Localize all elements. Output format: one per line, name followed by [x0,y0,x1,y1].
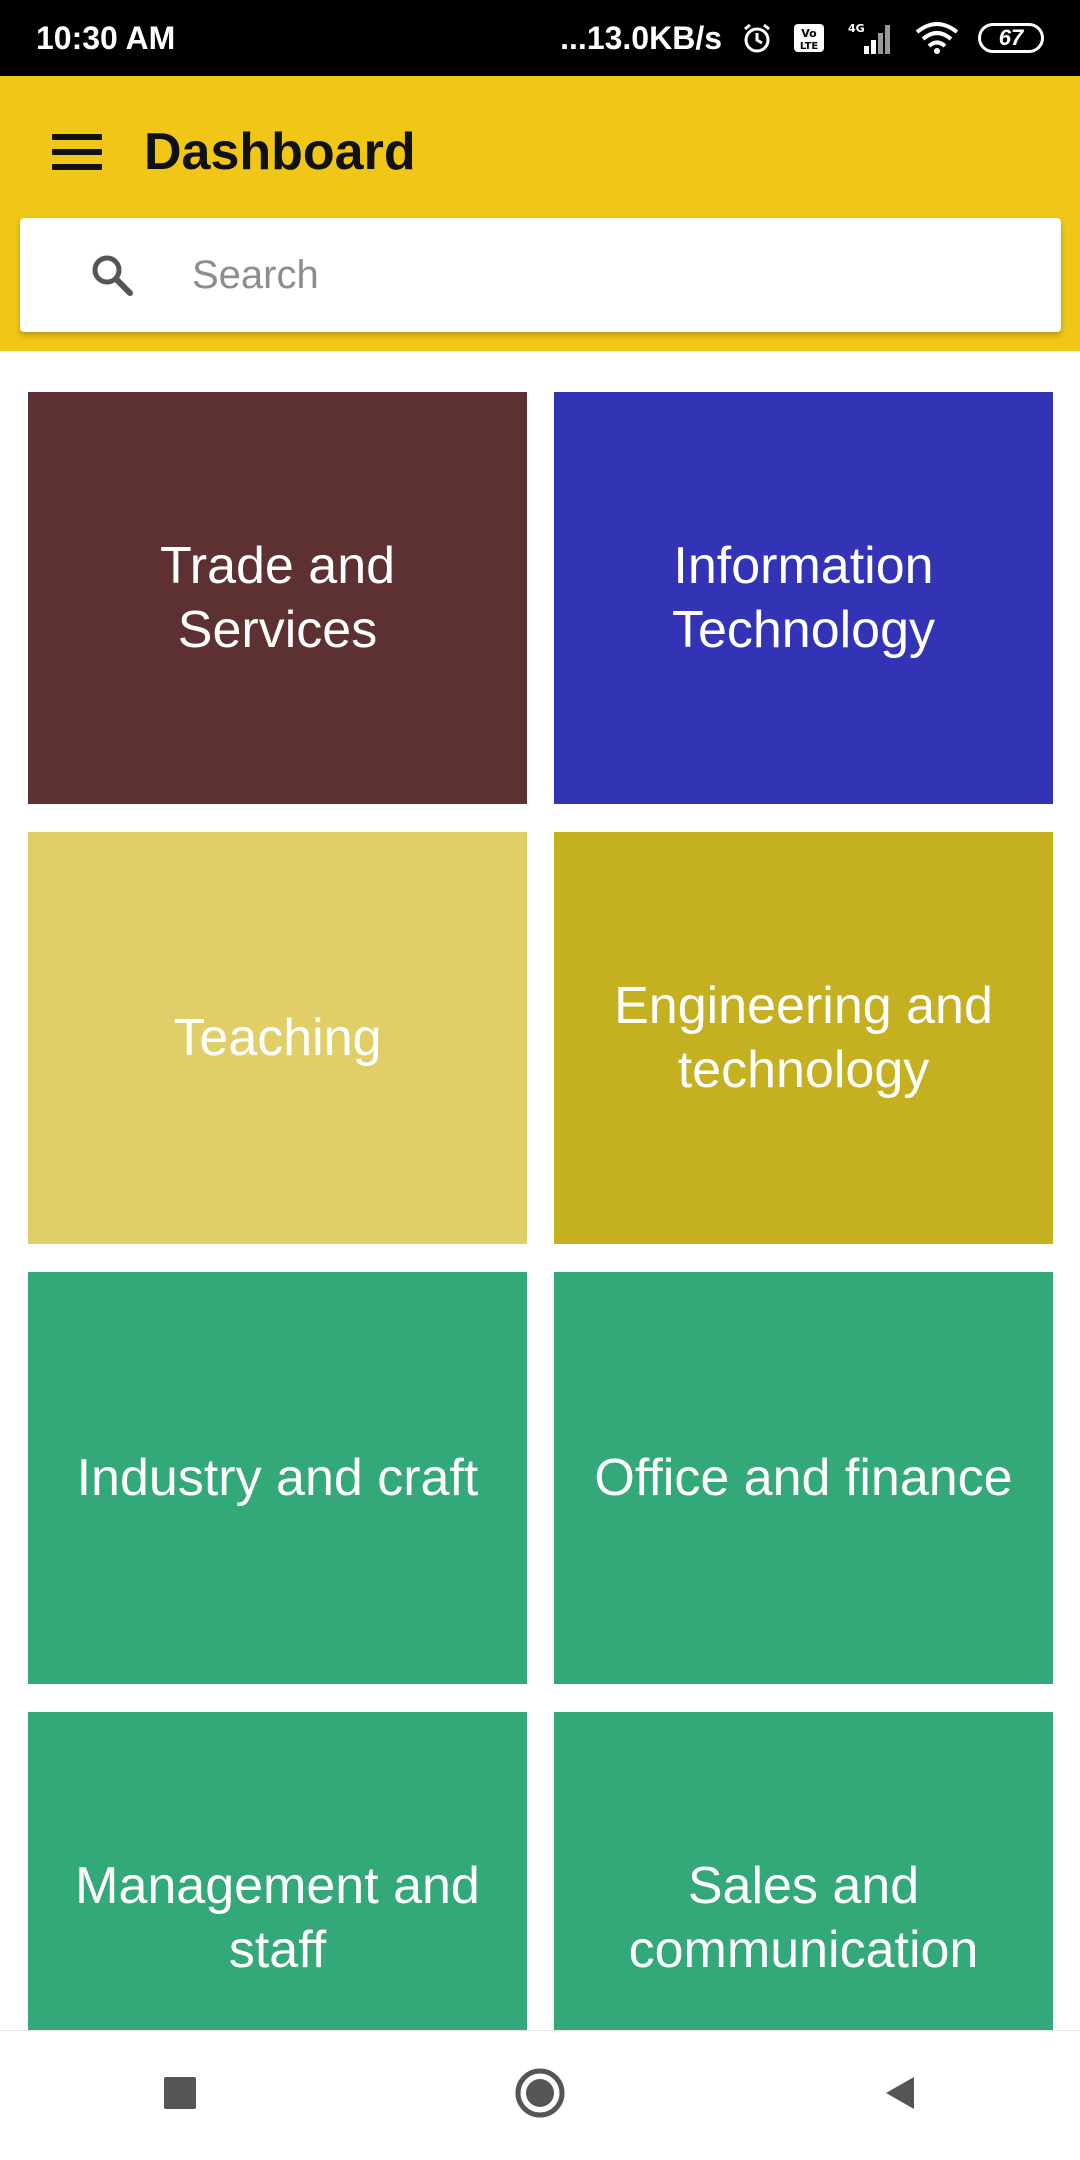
category-label: Sales and communication [628,1857,979,1979]
svg-text:LTE: LTE [800,41,819,52]
back-button[interactable] [840,2046,960,2146]
category-tile-sales-and-communication[interactable]: Sales and communication [554,1712,1053,2031]
wifi-icon [914,21,960,55]
alarm-icon [740,21,774,55]
hamburger-icon-bar [52,149,102,155]
volte-icon: Vo LTE [792,21,826,55]
home-icon [514,2067,566,2124]
category-tile-information-technology[interactable]: Information Technology [554,392,1053,804]
svg-text:Vo: Vo [801,27,817,40]
category-grid: Trade and Services Information Technolog… [0,351,1080,2031]
hamburger-icon-bar [52,134,102,140]
home-button[interactable] [480,2046,600,2146]
recents-icon [162,2075,198,2116]
app-bar: Dashboard [0,76,1080,351]
search-input[interactable] [190,251,1061,299]
status-bar: 10:30 AM ...13.0KB/s Vo LTE 4G 67 [0,0,1080,76]
network-speed: ...13.0KB/s [560,19,722,56]
page-title: Dashboard [144,123,416,181]
signal-4g-icon: 4G [844,20,896,56]
category-label: Information Technology [671,537,936,659]
category-tile-management-and-staff[interactable]: Management and staff [28,1712,527,2031]
category-tile-trade-and-services[interactable]: Trade and Services [28,392,527,804]
category-label: Management and staff [75,1857,480,1979]
category-label: Trade and Services [159,537,396,659]
category-tile-industry-and-craft[interactable]: Industry and craft [28,1272,527,1684]
status-indicators: ...13.0KB/s Vo LTE 4G 67 [560,20,1044,57]
back-icon [880,2073,920,2118]
battery-icon: 67 [978,23,1044,53]
category-tile-engineering-and-technology[interactable]: Engineering and technology [554,832,1053,1244]
category-label: Office and finance [594,1449,1013,1507]
category-label: Engineering and technology [614,977,993,1099]
category-label: Industry and craft [76,1449,479,1507]
hamburger-icon-bar [52,164,102,170]
search-bar[interactable] [20,218,1061,332]
category-tile-teaching[interactable]: Teaching [28,832,527,1244]
category-label: Teaching [173,1009,382,1067]
status-time: 10:30 AM [36,19,176,56]
system-nav-bar [0,2030,1080,2160]
search-icon [82,245,142,305]
svg-text:4G: 4G [848,22,865,35]
category-tile-office-and-finance[interactable]: Office and finance [554,1272,1053,1684]
menu-button[interactable] [38,128,118,176]
recents-button[interactable] [120,2046,240,2146]
